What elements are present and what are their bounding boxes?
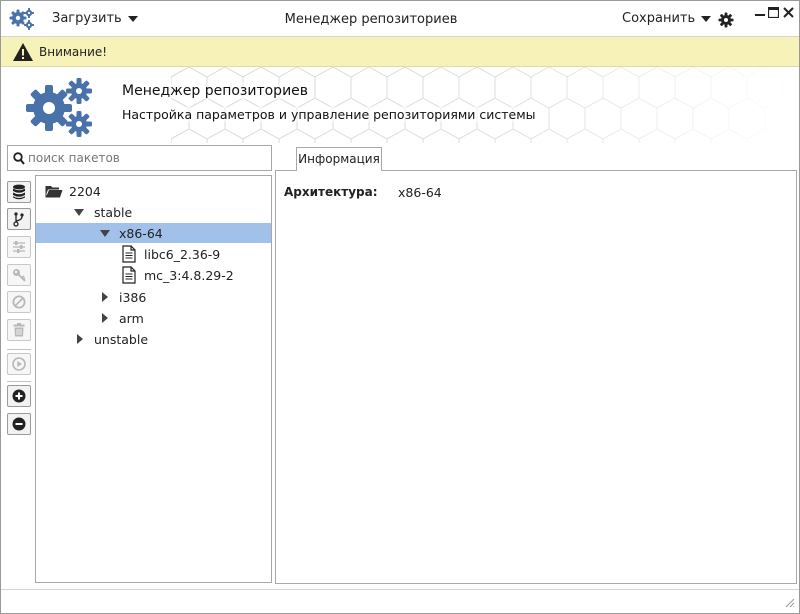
trash-icon [13,323,25,337]
tree-item-unstable[interactable]: unstable [36,329,271,349]
expand-arrow-right-icon[interactable] [102,292,108,302]
run-button[interactable] [7,353,31,375]
warning-text: Внимание! [39,45,108,59]
minus-circle-icon [12,417,26,431]
document-icon [122,245,136,263]
tree-item-package[interactable]: libc6_2.36-9 [36,244,271,264]
database-icon [13,184,25,200]
app-window: Загрузить Менеджер репозиториев Сохранит… [0,0,800,614]
tab-information[interactable]: Информация [296,147,382,171]
close-button[interactable] [783,7,794,19]
save-menu-label: Сохранить [622,11,696,26]
architecture-value: x86-64 [398,185,442,200]
branch-icon [13,212,24,227]
repository-tree: 2204 stable x86-64 libc6_2.36-9 mc_3:4.8 [35,175,272,583]
page-header: Менеджер репозиториев Настройка параметр… [1,67,799,143]
header-title: Менеджер репозиториев [122,83,309,99]
resize-grip-icon[interactable] [783,596,795,608]
key-icon [13,269,26,282]
add-button[interactable] [7,385,31,407]
tree-item-package[interactable]: mc_3:4.8.29-2 [36,265,271,285]
tree-item-i386[interactable]: i386 [36,287,271,307]
tree-item-label: i386 [119,290,147,305]
tree-item-label: x86-64 [119,226,163,241]
maximize-button[interactable] [767,6,780,19]
key-button[interactable] [7,264,31,286]
architecture-label: Архитектура: [284,185,378,199]
chevron-down-icon [701,15,712,22]
minimize-button[interactable] [755,5,765,18]
warning-bar: Внимание! [1,37,799,67]
search-input[interactable] [28,148,266,168]
minimize-icon [755,14,765,16]
warning-icon [13,43,33,61]
branch-button[interactable] [7,208,31,230]
tree-item-label: 2204 [69,184,101,199]
hexagon-pattern [171,67,799,143]
toolbar-separator [7,381,31,382]
tree-item-arm[interactable]: arm [36,308,271,328]
sliders-button[interactable] [7,236,31,258]
header-subtitle: Настройка параметров и управление репози… [122,107,536,122]
document-icon [122,266,136,284]
expand-arrow-right-icon[interactable] [102,313,108,323]
tree-item-label: libc6_2.36-9 [144,247,221,262]
remove-button[interactable] [7,413,31,435]
vertical-toolbar [6,177,32,441]
tree-item-2204[interactable]: 2204 [36,181,271,201]
database-button[interactable] [7,181,31,203]
search-icon [13,152,25,165]
toolbar-separator [7,349,31,350]
plus-circle-icon [12,389,26,403]
block-icon [12,295,26,309]
expand-arrow-down-icon[interactable] [74,209,84,216]
tree-item-stable[interactable]: stable [36,202,271,222]
tree-item-label: stable [94,205,133,220]
tree-item-label: mc_3:4.8.29-2 [144,268,234,283]
expand-arrow-right-icon[interactable] [77,334,83,344]
expand-arrow-down-icon[interactable] [100,230,110,237]
title-bar: Загрузить Менеджер репозиториев Сохранит… [1,1,799,37]
save-menu-button[interactable]: Сохранить [622,11,712,26]
package-search[interactable] [7,145,272,171]
disable-button[interactable] [7,291,31,313]
sliders-icon [13,241,25,253]
folder-open-icon [45,186,63,198]
play-icon [12,357,26,371]
delete-button[interactable] [7,319,31,341]
settings-gear-icon[interactable] [718,12,734,28]
maximize-icon [767,6,780,19]
details-panel: Архитектура: x86-64 [275,170,797,584]
tree-item-label: arm [119,311,144,326]
tree-item-x86-64[interactable]: x86-64 [36,223,271,243]
status-bar [1,589,799,613]
tree-item-label: unstable [94,332,149,347]
settings-gears-icon [26,78,92,137]
close-icon [783,7,794,18]
